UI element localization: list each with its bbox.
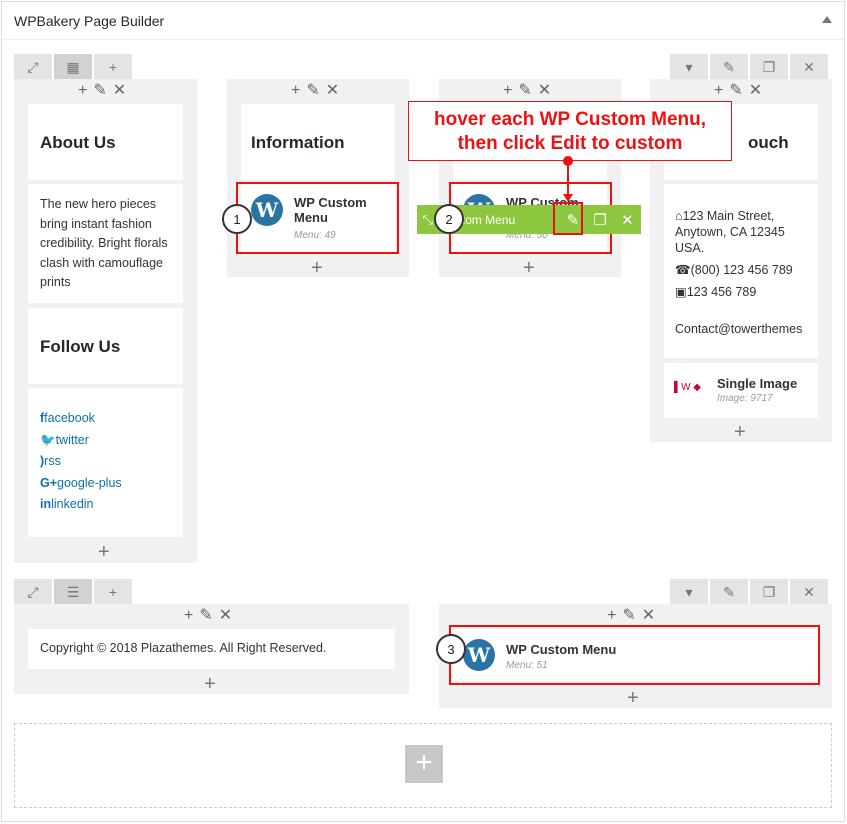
phone-row: ☎(800) 123 456 789 [675, 263, 793, 277]
step-badge-2: 2 [434, 204, 464, 234]
callout-line-2: then click Edit to custom [457, 133, 683, 154]
footer-column-1: + ✎ ✕ Copyright © 2018 Plazathemes. All … [14, 604, 409, 694]
about-text-element[interactable]: The new hero pieces bring instant fashio… [28, 184, 183, 303]
add-element-icon[interactable]: + [78, 83, 87, 99]
copyright-element[interactable]: Copyright © 2018 Plazathemes. All Right … [28, 629, 395, 669]
row-move-icon[interactable]: ⤢ [14, 54, 52, 80]
highlight-box-3 [449, 625, 820, 685]
delete-column-icon[interactable]: ✕ [326, 83, 339, 99]
about-heading-element[interactable]: About Us [28, 104, 183, 180]
add-element-bottom-icon[interactable]: + [523, 258, 535, 278]
callout-line-1: hover each WP Custom Menu, [433, 109, 707, 130]
panel-header: WPBakery Page Builder [2, 2, 844, 40]
edit-column-icon[interactable]: ✎ [729, 83, 742, 99]
row1-right-controls: ▾ ✎ ❐ ✕ [670, 54, 828, 80]
add-row-button[interactable]: + [405, 745, 443, 783]
row-layout-icon[interactable]: ☰ [54, 579, 92, 605]
home-icon: ⌂ [675, 209, 683, 223]
image-title: Single Image [717, 376, 798, 391]
row-edit-icon[interactable]: ✎ [710, 54, 748, 80]
facebook-link[interactable]: ffacebook [40, 408, 183, 430]
row2-left-controls: ⤢ ☰ + [14, 579, 132, 605]
highlight-box-1 [236, 182, 399, 254]
step-badge-3: 3 [436, 634, 466, 664]
instruction-callout: hover each WP Custom Menu, then click Ed… [408, 101, 732, 161]
edit-column-icon[interactable]: ✎ [306, 83, 319, 99]
contact-info-element[interactable]: ⌂123 Main Street, Anytown, CA 12345 USA.… [664, 184, 818, 358]
row-delete-icon[interactable]: ✕ [790, 579, 828, 605]
phone-icon: ☎ [675, 263, 691, 277]
delete-column-icon[interactable]: ✕ [642, 608, 655, 624]
add-element-icon[interactable]: + [184, 608, 193, 624]
row1-left-controls: ⤢ ▦ + [14, 54, 132, 80]
delete-column-icon[interactable]: ✕ [219, 608, 232, 624]
edit-column-icon[interactable]: ✎ [622, 608, 635, 624]
address-row: ⌂123 Main Street, Anytown, CA 12345 USA. [675, 209, 785, 255]
linkedin-link[interactable]: inlinkedin [40, 494, 183, 516]
row-delete-icon[interactable]: ✕ [790, 54, 828, 80]
column-controls: + ✎ ✕ [78, 83, 126, 99]
row-caret-icon[interactable]: ▾ [670, 579, 708, 605]
edit-highlight-box [553, 202, 583, 235]
add-element-icon[interactable]: + [503, 83, 512, 99]
row-layout-icon[interactable]: ▦ [54, 54, 92, 80]
row-add-column-icon[interactable]: + [94, 579, 132, 605]
edit-column-icon[interactable]: ✎ [199, 608, 212, 624]
column-1: + ✎ ✕ About Us The new hero pieces bring… [14, 79, 197, 563]
step-badge-1: 1 [222, 204, 252, 234]
add-row-zone: + [14, 723, 832, 808]
about-text: The new hero pieces bring instant fashio… [40, 197, 168, 289]
twitter-link[interactable]: 🐦twitter [40, 430, 183, 452]
collapse-arrow-icon[interactable] [822, 16, 832, 23]
information-heading: Information [251, 133, 345, 152]
add-element-icon[interactable]: + [607, 608, 616, 624]
delete-column-icon[interactable]: ✕ [113, 83, 126, 99]
add-element-bottom-icon[interactable]: + [627, 688, 639, 708]
column-controls: + ✎ ✕ [184, 608, 232, 624]
contact-heading: ouch [748, 133, 789, 152]
panel-title: WPBakery Page Builder [14, 13, 165, 29]
add-element-bottom-icon[interactable]: + [734, 422, 746, 442]
add-element-bottom-icon[interactable]: + [204, 674, 216, 694]
copyright-text: Copyright © 2018 Plazathemes. All Right … [40, 641, 327, 655]
column-controls: + ✎ ✕ [291, 83, 339, 99]
single-image-element[interactable]: ▌W ◆ Single Image Image: 9717 [664, 363, 818, 418]
follow-heading-element[interactable]: Follow Us [28, 308, 183, 384]
add-element-icon[interactable]: + [291, 83, 300, 99]
delete-column-icon[interactable]: ✕ [538, 83, 551, 99]
row2-right-controls: ▾ ✎ ❐ ✕ [670, 579, 828, 605]
row-edit-icon[interactable]: ✎ [710, 579, 748, 605]
row-caret-icon[interactable]: ▾ [670, 54, 708, 80]
image-thumbnail-icon: ▌W ◆ [674, 382, 701, 393]
row-add-column-icon[interactable]: + [94, 54, 132, 80]
fax-icon: ▣ [675, 285, 687, 299]
duplicate-element-icon[interactable]: ❐ [586, 205, 613, 234]
row-move-icon[interactable]: ⤢ [14, 579, 52, 605]
fax-row: ▣123 456 789 [675, 285, 757, 299]
callout-pointer-dot [563, 156, 573, 166]
column-controls: + ✎ ✕ [503, 83, 551, 99]
add-element-icon[interactable]: + [714, 83, 723, 99]
callout-pointer-line [567, 161, 569, 195]
google-plus-link[interactable]: G+google-plus [40, 473, 183, 495]
column-controls: + ✎ ✕ [607, 608, 655, 624]
follow-heading: Follow Us [40, 337, 121, 356]
delete-element-icon[interactable]: ✕ [614, 205, 641, 234]
about-heading: About Us [40, 133, 116, 152]
edit-column-icon[interactable]: ✎ [518, 83, 531, 99]
social-links-element[interactable]: ffacebook 🐦twitter )rss G+google-plus in… [28, 388, 183, 537]
column-controls: + ✎ ✕ [714, 83, 762, 99]
image-sub: Image: 9717 [717, 393, 773, 404]
edit-column-icon[interactable]: ✎ [93, 83, 106, 99]
rss-link[interactable]: )rss [40, 451, 183, 473]
row-duplicate-icon[interactable]: ❐ [750, 579, 788, 605]
row-duplicate-icon[interactable]: ❐ [750, 54, 788, 80]
information-heading-element[interactable]: Information [241, 104, 395, 180]
add-element-bottom-icon[interactable]: + [311, 258, 323, 278]
add-element-bottom-icon[interactable]: + [98, 542, 110, 562]
email-row: Contact@towerthemes [675, 322, 803, 336]
delete-column-icon[interactable]: ✕ [749, 83, 762, 99]
callout-arrowhead [563, 194, 573, 202]
